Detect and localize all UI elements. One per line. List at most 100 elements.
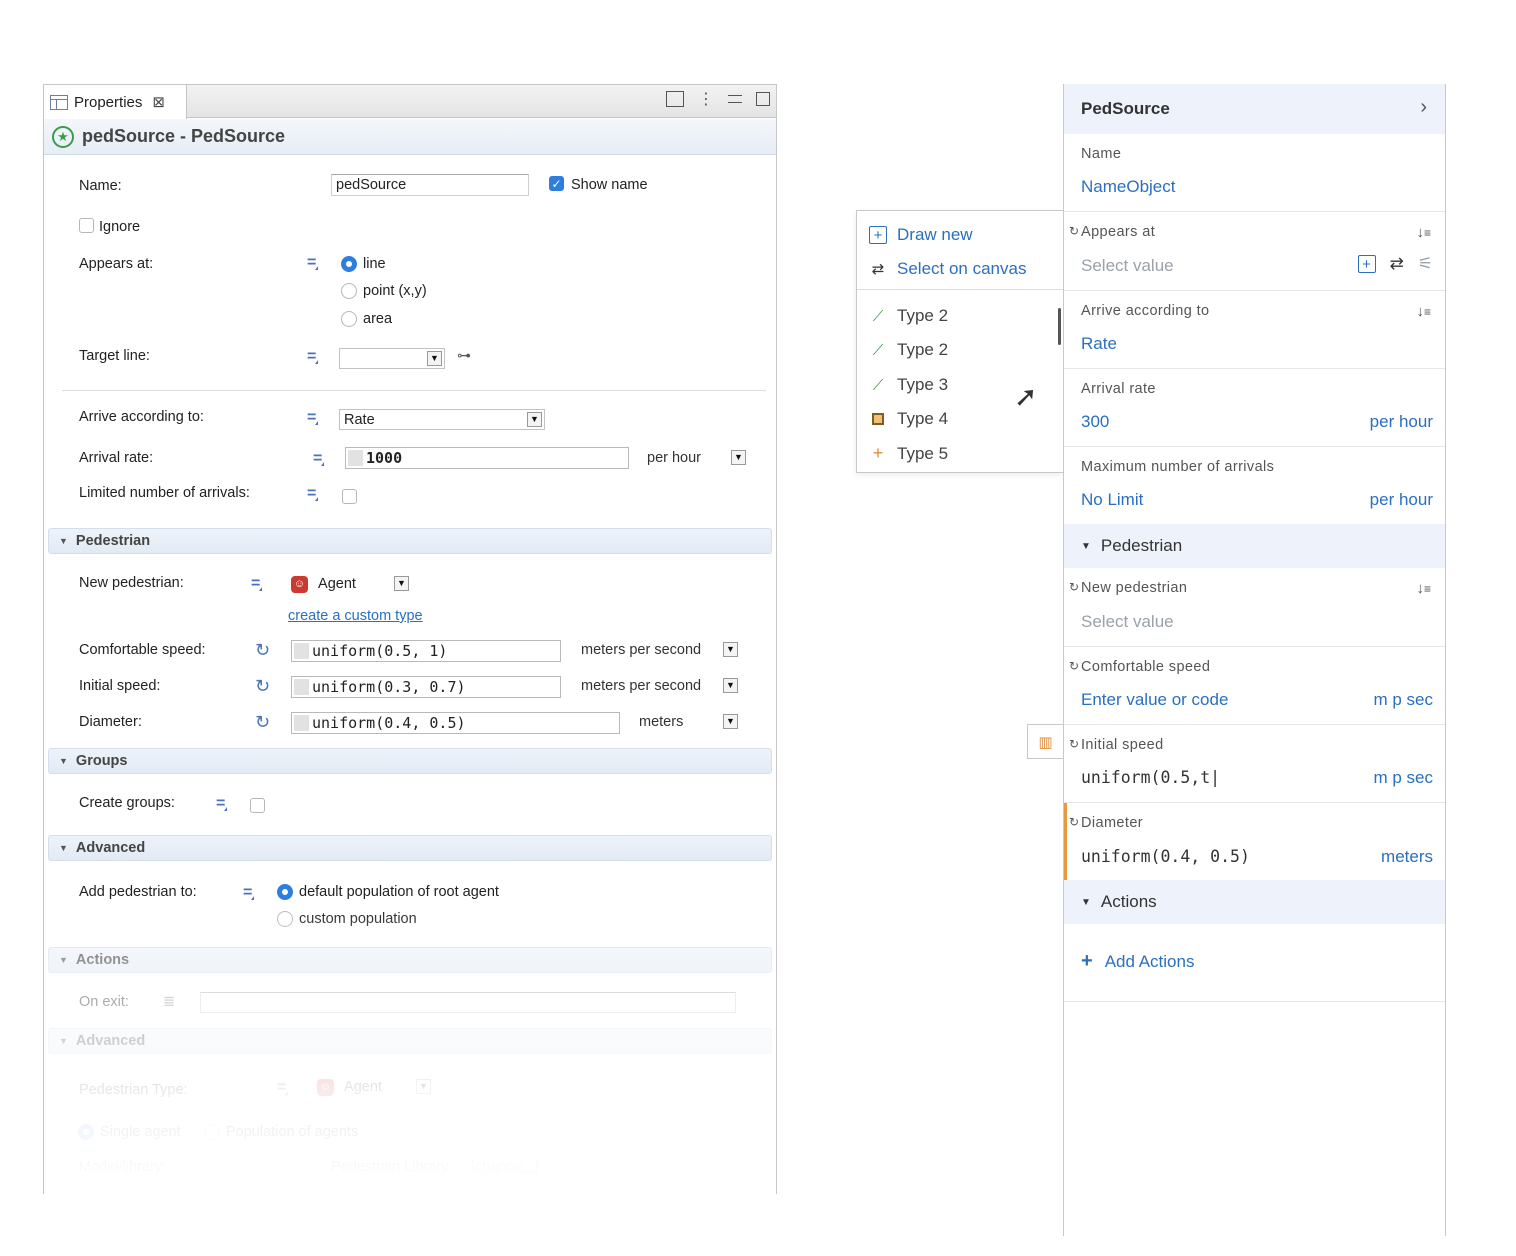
comfortable-speed-unit-select[interactable]: meters per second ▼ [577, 640, 738, 661]
static-toggle-icon[interactable]: = [251, 575, 263, 593]
radio-population[interactable] [204, 1124, 220, 1140]
list-item-type[interactable]: + Type 5 [869, 443, 948, 464]
static-toggle-icon[interactable]: = [307, 409, 319, 427]
select-tree-icon[interactable]: ⊶ [457, 347, 479, 367]
static-toggle-icon[interactable]: = [313, 450, 325, 468]
static-toggle-icon[interactable]: = [277, 1079, 289, 1097]
section-actions[interactable]: ▼ Actions [1064, 880, 1445, 924]
collapse-triangle-icon: ▼ [59, 536, 68, 546]
new-pedestrian-label: ↻ New pedestrian [1069, 580, 1188, 596]
magic-wand-icon[interactable]: ⚟ [1418, 254, 1433, 274]
comfortable-speed-input[interactable]: Enter value or code [1081, 690, 1228, 710]
comfortable-speed-input[interactable]: uniform(0.5, 1) [291, 640, 561, 662]
add-actions-button[interactable]: + Add Actions [1081, 950, 1194, 973]
draw-new-option[interactable]: + Draw new [869, 225, 973, 245]
arrive-according-select[interactable]: Rate ▼ [339, 409, 545, 430]
select-on-canvas-option[interactable]: ⇄ Select on canvas [869, 259, 1027, 279]
line-tool-icon: ⟋ [872, 341, 884, 359]
appears-at-select[interactable]: Select value [1081, 256, 1174, 276]
comfortable-speed-unit[interactable]: m p sec [1373, 690, 1433, 710]
arrival-rate-value[interactable]: 300 [1081, 412, 1109, 432]
new-pedestrian-select[interactable]: ☺ Agent ▼ [286, 573, 412, 594]
window-controls: ⋮ [666, 89, 770, 109]
max-arrivals-label: Maximum number of arrivals [1081, 459, 1275, 475]
chevron-down-icon: ▼ [723, 642, 738, 657]
max-arrivals-unit[interactable]: per hour [1370, 490, 1433, 510]
max-arrivals-value[interactable]: No Limit [1081, 490, 1143, 510]
section-pedestrian[interactable]: ▼ Pedestrian [48, 528, 772, 554]
scrollbar[interactable] [1058, 308, 1061, 345]
initial-speed-unit-select[interactable]: meters per second ▼ [577, 676, 738, 697]
chevron-right-icon[interactable]: › [1420, 96, 1427, 119]
initial-speed-unit[interactable]: m p sec [1373, 768, 1433, 788]
list-item-type[interactable]: ⟋ Type 2 [869, 306, 948, 326]
arrival-rate-unit-select[interactable]: per hour ▼ [643, 448, 746, 469]
tab-properties[interactable]: Properties ⊠ [44, 85, 187, 119]
more-icon[interactable]: ⋮ [698, 89, 714, 109]
radio-line[interactable] [341, 256, 357, 272]
limited-arrivals-checkbox[interactable] [342, 489, 357, 504]
dynamic-value-icon[interactable]: ↻ [255, 712, 270, 733]
name-label: Name [1081, 146, 1122, 162]
diameter-input[interactable]: uniform(0.4, 0.5) [291, 712, 620, 734]
section-advanced-2[interactable]: ▼ Advanced [48, 1028, 772, 1054]
dynamic-value-icon[interactable]: ↻ [255, 676, 270, 697]
radio-line-label: line [363, 256, 386, 272]
dynamic-value-icon[interactable]: ↻ [255, 640, 270, 661]
sort-icon[interactable]: ↓≡ [1416, 580, 1431, 597]
radio-custom-population[interactable] [277, 911, 293, 927]
diameter-unit[interactable]: meters [1381, 847, 1433, 867]
radio-population-label: Population of agents [226, 1124, 359, 1140]
section-advanced[interactable]: ▼ Advanced [48, 835, 772, 861]
section-pedestrian[interactable]: ▼ Pedestrian [1064, 524, 1445, 568]
radio-default-population[interactable] [277, 884, 293, 900]
radio-point[interactable] [341, 283, 357, 299]
minimize-icon[interactable] [728, 95, 742, 103]
list-item-type[interactable]: ⟋ Type 3 [869, 375, 948, 395]
create-groups-checkbox[interactable] [250, 798, 265, 813]
static-toggle-icon[interactable]: = [216, 795, 228, 813]
change-library-link[interactable]: [change...] [471, 1159, 539, 1175]
list-item-type[interactable]: Type 4 [869, 409, 948, 429]
list-item-type[interactable]: ⟋ Type 2 [869, 340, 948, 360]
pedestrian-type-select[interactable]: ☺ Agent ▼ [312, 1076, 434, 1097]
ignore-checkbox[interactable] [79, 218, 94, 233]
radio-single-agent[interactable] [78, 1124, 94, 1140]
pin-icon[interactable] [666, 91, 684, 107]
static-toggle-icon[interactable]: = [307, 485, 319, 503]
arrival-rate-input[interactable]: 1000 [345, 447, 629, 469]
static-toggle-icon[interactable]: = [307, 254, 319, 272]
initial-speed-input[interactable]: uniform(0.3, 0.7) [291, 676, 561, 698]
initial-speed-input[interactable]: uniform(0.5,t| [1081, 768, 1220, 787]
radio-area-label: area [363, 311, 393, 327]
arrival-rate-unit[interactable]: per hour [1370, 412, 1433, 432]
diameter-input[interactable]: uniform(0.4, 0.5) [1081, 847, 1250, 866]
dynamic-icon: ↻ [1069, 580, 1080, 594]
collapse-triangle-icon: ▼ [59, 756, 68, 766]
new-pedestrian-select[interactable]: Select value [1081, 612, 1174, 632]
diameter-unit-select[interactable]: meters ▼ [635, 712, 738, 733]
chart-icon[interactable]: ▥ [1027, 724, 1063, 759]
swap-arrows-icon[interactable]: ⇄ [1390, 254, 1404, 274]
field-comfortable-speed: ↻ Comfortable speed Enter value or code m… [1064, 647, 1445, 725]
radio-area[interactable] [341, 311, 357, 327]
agent-icon: ☺ [291, 576, 308, 593]
section-advanced-2-title: Advanced [75, 1033, 146, 1049]
create-custom-type-link[interactable]: create a custom type [288, 608, 423, 624]
code-icon[interactable]: ≣ [163, 994, 175, 1010]
close-icon[interactable]: ⊠ [152, 93, 165, 111]
name-value[interactable]: NameObject [1081, 177, 1175, 197]
static-toggle-icon[interactable]: = [307, 348, 319, 366]
target-line-select[interactable]: ▼ [339, 348, 445, 369]
name-input[interactable]: pedSource [331, 174, 529, 196]
on-exit-code-input[interactable] [200, 992, 736, 1013]
draw-new-icon[interactable]: + [1357, 255, 1376, 273]
show-name-checkbox[interactable]: ✓ [549, 176, 564, 191]
section-groups[interactable]: ▼ Groups [48, 748, 772, 774]
maximize-icon[interactable] [756, 92, 770, 106]
sort-icon[interactable]: ↓≡ [1416, 303, 1431, 320]
sort-icon[interactable]: ↓≡ [1416, 224, 1431, 241]
arrive-according-value[interactable]: Rate [1081, 334, 1117, 354]
static-toggle-icon[interactable]: = [243, 884, 255, 902]
section-actions[interactable]: ▼ Actions [48, 947, 772, 973]
